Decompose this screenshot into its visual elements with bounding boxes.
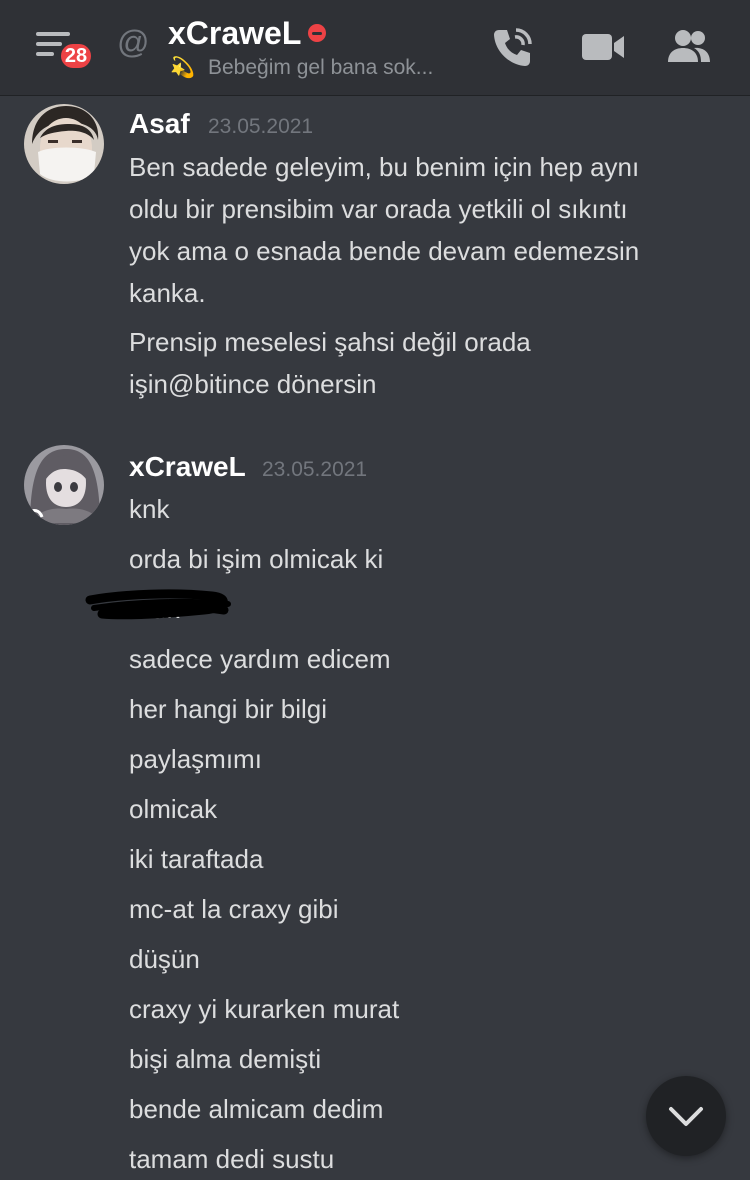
unread-badge: 28 (58, 41, 94, 71)
jump-to-present-button[interactable] (646, 1076, 726, 1156)
dnd-status-icon (308, 24, 326, 42)
message-line: orda bi işim olmicak ki (129, 544, 384, 574)
message-line: knk (129, 494, 170, 524)
message-timestamp: 23.05.2021 (262, 458, 368, 481)
message-line: işin@bitince dönersin (129, 369, 377, 399)
at-icon: @ (117, 24, 150, 60)
message-line: her hangi bir bilgi (129, 694, 328, 724)
avatar[interactable] (24, 104, 104, 184)
message-line: bende almicam dedim (129, 1094, 384, 1124)
message-line: Ben sadede geleyim, bu benim için hep ay… (129, 152, 640, 182)
message-line: craxy yi kurarken murat (129, 994, 400, 1024)
message-line: iki taraftada (129, 844, 264, 874)
channel-header: 28 @ xCraweL 💫 Bebeğim gel bana sok... (0, 0, 750, 96)
channel-name[interactable]: xCraweL (168, 14, 301, 52)
call-icon[interactable] (490, 24, 536, 70)
message-author[interactable]: Asaf (129, 107, 190, 141)
message-author[interactable]: xCraweL (129, 450, 246, 484)
chevron-down-icon (669, 1107, 703, 1126)
message-line: düşün (129, 944, 200, 974)
message-line: kanka. (129, 278, 206, 308)
message-line: olmicak (129, 794, 218, 824)
message-line: yok ama o esnada bende devam edemezsin (129, 236, 640, 266)
avatar[interactable] (24, 445, 104, 525)
message-line: mc-at la craxy gibi (129, 894, 339, 924)
message-line: tamam dedi sustu (129, 1144, 335, 1174)
members-icon[interactable] (664, 24, 714, 70)
message-line: bişi alma demişti (129, 1044, 322, 1074)
message-timestamp: 23.05.2021 (208, 115, 314, 138)
custom-status-text[interactable]: Bebeğim gel bana sok... (208, 54, 433, 82)
video-icon[interactable] (578, 24, 626, 70)
message-line: oldu bir prensibim var orada yetkili ol … (129, 194, 628, 224)
message-line: sadece yardım edicem (129, 644, 391, 674)
status-emoji: 💫 (170, 57, 195, 79)
message-line: Prensip meselesi şahsi değil orada (129, 327, 531, 357)
message-line: paylaşmımı (129, 744, 262, 774)
redaction-scribble (85, 589, 231, 620)
